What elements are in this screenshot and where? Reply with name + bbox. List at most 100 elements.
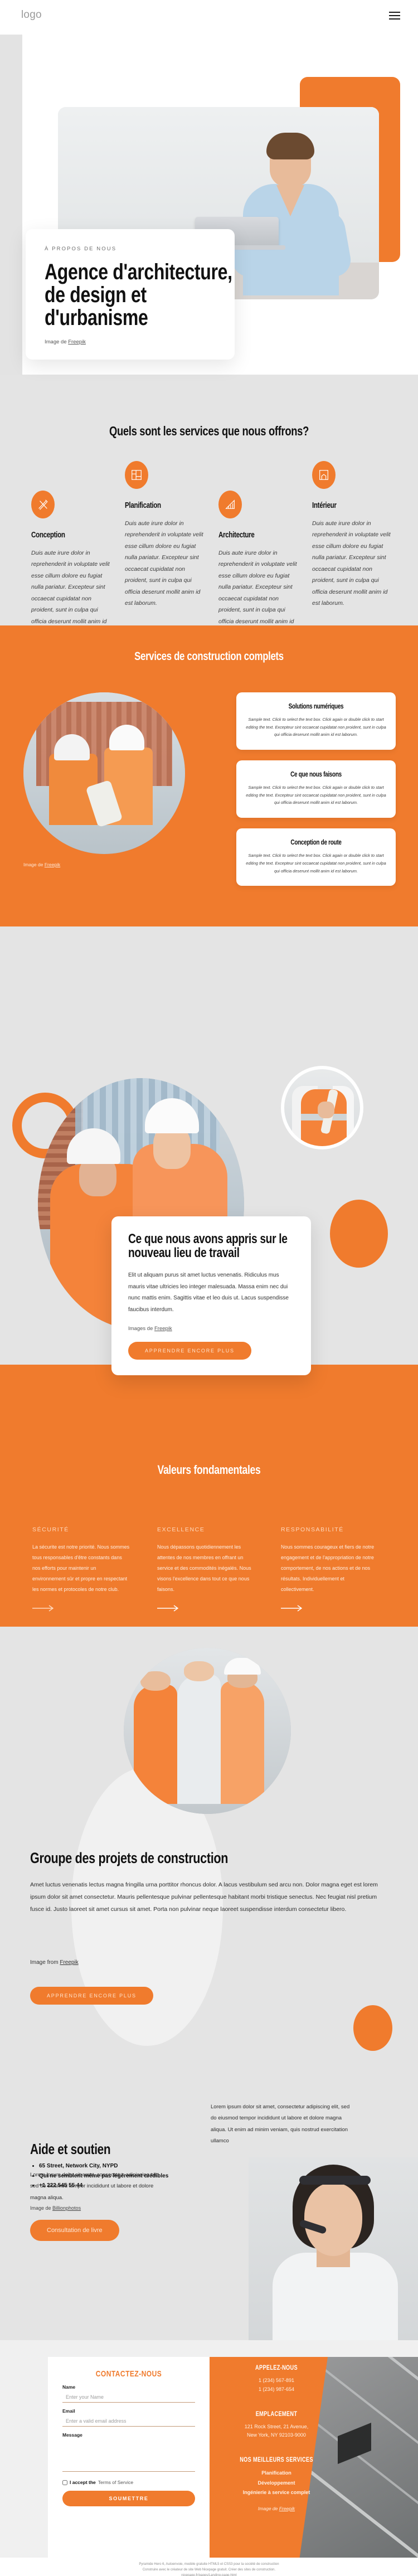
service-card-architecture[interactable]: Architecture Duis aute irure dolor in re… <box>218 491 302 639</box>
agent-face <box>304 2182 362 2257</box>
workplace-image-credit: Images de Freepik <box>128 1326 294 1332</box>
value-card-excellence: EXCELLENCE Nous dépassons quotidiennemen… <box>157 1526 255 1612</box>
footer-phone-1[interactable]: 1 (234) 567-891 <box>221 2376 332 2385</box>
footer-phone-2[interactable]: 1 (234) 987-654 <box>221 2385 332 2394</box>
projects-credit-link[interactable]: Freepik <box>60 1959 78 1966</box>
construction-card-title: Conception de route <box>290 838 342 847</box>
site-logo[interactable]: logo <box>21 9 42 21</box>
footer-bottom-link[interactable]: nicepage.fr/pages/Landing-page-html <box>181 2574 236 2576</box>
top-navigation-bar: logo <box>0 0 418 35</box>
arrow-right-icon[interactable] <box>32 1604 55 1612</box>
workplace-section: Ce que nous avons appris sur le nouveau … <box>0 926 418 1376</box>
footer-info-column: APPELEZ-NOUS 1 (234) 567-891 1 (234) 987… <box>221 2365 332 2528</box>
construction-card-title: Ce que nous faisons <box>290 770 342 779</box>
decorative-orange-dot <box>330 1200 388 1268</box>
hero-credit-link[interactable]: Freepik <box>68 339 86 345</box>
footer-bottom-bar: Pyramide Hero 6, Autoenvoie, modèle grat… <box>0 2558 418 2576</box>
construction-card[interactable]: Ce que nous faisons Sample text. Click t… <box>236 760 396 818</box>
hero-eyebrow: À PROPOS DE NOUS <box>45 246 117 252</box>
footer-bottom-line-1: Pyramide Hero 6, Autoenvoie, modèle grat… <box>139 2563 279 2566</box>
email-label: Email <box>62 2408 75 2414</box>
construction-heading: Services de construction complets <box>134 650 284 663</box>
learn-more-button[interactable]: APPRENDRE ENCORE PLUS <box>128 1342 251 1360</box>
service-card-planification[interactable]: Planification Duis aute irure dolor in r… <box>125 461 208 609</box>
service-card-interieur[interactable]: Intérieur Duis aute irure dolor in repre… <box>312 461 396 609</box>
arrow-right-icon[interactable] <box>281 1604 303 1612</box>
workplace-credit-prefix: Images de <box>128 1326 154 1332</box>
message-textarea[interactable] <box>62 2439 195 2472</box>
book-consultation-button[interactable]: Consultation de livre <box>30 2220 119 2241</box>
support-contact-list: 65 Street, Network City, NYPD Qui ne sem… <box>39 2162 206 2191</box>
construction-card[interactable]: Conception de route Sample text. Click t… <box>236 828 396 886</box>
workplace-avatar <box>281 1066 363 1149</box>
arrow-right-icon[interactable] <box>157 1604 179 1612</box>
footer-location-heading: EMPLACEMENT <box>255 2410 298 2418</box>
hamburger-menu-icon[interactable] <box>389 12 400 21</box>
footer-service-item[interactable]: Développement <box>221 2478 332 2488</box>
construction-card-body: Sample text. Click to select the text bo… <box>246 785 386 806</box>
terms-row: I accept the Terms of Service <box>62 2480 195 2485</box>
avatar-hand <box>317 1101 334 1119</box>
decorative-orange-dot <box>353 2005 392 2051</box>
hero-gray-stripe <box>0 35 22 375</box>
support-section: Aide et soutien Lorem ipsum dolor sit am… <box>0 2104 418 2340</box>
value-body: La sécurite est notre priorité. Nous som… <box>32 1544 130 1592</box>
projects-learn-more-button[interactable]: APPRENDRE ENCORE PLUS <box>30 1987 153 2005</box>
value-title: RESPONSABILITÉ <box>281 1526 344 1533</box>
burger-line <box>389 12 400 13</box>
footer-call-block: APPELEZ-NOUS 1 (234) 567-891 1 (234) 987… <box>221 2365 332 2394</box>
contact-form-heading: CONTACTEZ-NOUS <box>95 2369 162 2379</box>
name-label: Name <box>62 2384 76 2390</box>
footer-service-item[interactable]: Ingénierie à service complet <box>221 2488 332 2498</box>
contact-form: CONTACTEZ-NOUS Name Email Message I acce… <box>48 2357 210 2558</box>
person-hair <box>266 133 314 159</box>
support-heading: Aide et soutien <box>30 2141 111 2157</box>
footer-services-heading: NOS MEILLEURS SERVICES <box>240 2457 313 2463</box>
submit-button[interactable]: SOUMETTRE <box>62 2491 195 2506</box>
construction-credit-prefix: Image de <box>23 862 45 867</box>
construction-credit-link[interactable]: Freepik <box>45 862 60 867</box>
list-item: Qui ne semblent même pas légèrement créd… <box>39 2172 206 2181</box>
name-field-group: Name <box>62 2384 195 2403</box>
construction-photo <box>23 692 185 854</box>
service-body: Duis aute irure dolor in reprehenderit i… <box>125 520 203 607</box>
service-title: Intérieur <box>312 501 337 510</box>
burger-line <box>389 15 400 16</box>
construction-image-credit: Image de Freepik <box>23 862 60 867</box>
construction-card[interactable]: Solutions numériques Sample text. Click … <box>236 692 396 750</box>
footer-section: CONTACTEZ-NOUS Name Email Message I acce… <box>0 2340 418 2576</box>
agent-headset-icon <box>299 2175 371 2185</box>
values-heading: Valeurs fondamentales <box>157 1463 261 1477</box>
name-input[interactable] <box>62 2392 195 2403</box>
terms-of-service-link[interactable]: Terms of Service <box>98 2480 133 2485</box>
support-credit-link[interactable]: Billionphotos <box>52 2205 81 2211</box>
construction-card-body: Sample text. Click to select the text bo… <box>246 717 386 738</box>
hero-credit-prefix: Image de <box>45 339 69 346</box>
list-item[interactable]: +1 222 545 55 44 <box>39 2181 206 2190</box>
value-body: Nous sommes courageux et fiers de notre … <box>281 1544 375 1592</box>
service-card-conception[interactable]: Conception Duis aute irure dolor in repr… <box>31 491 115 639</box>
footer-image-credit: Image de Freepik <box>221 2506 332 2511</box>
page-title: Agence d'architecture, de design et d'ur… <box>45 260 232 330</box>
burger-line <box>389 18 400 20</box>
service-title: Planification <box>125 501 161 510</box>
projects-person-3 <box>221 1681 264 1804</box>
triangle-ruler-icon <box>218 491 242 518</box>
value-body: Nous dépassons quotidiennement les atten… <box>157 1544 251 1592</box>
service-title: Conception <box>31 531 65 540</box>
projects-body: Amet luctus venenatis lectus magna fring… <box>30 1881 378 1913</box>
footer-photo-opening <box>338 2422 372 2465</box>
footer-address-line-1: 121 Rock Street, 21 Avenue, <box>244 2423 309 2429</box>
projects-section: Groupe des projets de construction Amet … <box>0 1627 418 2106</box>
terms-checkbox[interactable] <box>62 2480 67 2485</box>
value-card-responsabilite: RESPONSABILITÉ Nous sommes courageux et … <box>281 1526 378 1612</box>
projects-image-credit: Image from Freepik <box>30 1959 79 1966</box>
footer-credit-prefix: Image de <box>257 2505 279 2511</box>
hero-photo-person <box>230 127 353 295</box>
terms-label: I accept the <box>70 2480 96 2485</box>
landing-page: logo À PROPOS DE NOUS Agence d'architect… <box>0 0 418 2576</box>
email-input[interactable] <box>62 2416 195 2427</box>
footer-service-item[interactable]: Planification <box>221 2468 332 2478</box>
footer-credit-link[interactable]: Freepik <box>279 2506 295 2511</box>
workplace-credit-link[interactable]: Freepik <box>154 1326 172 1332</box>
